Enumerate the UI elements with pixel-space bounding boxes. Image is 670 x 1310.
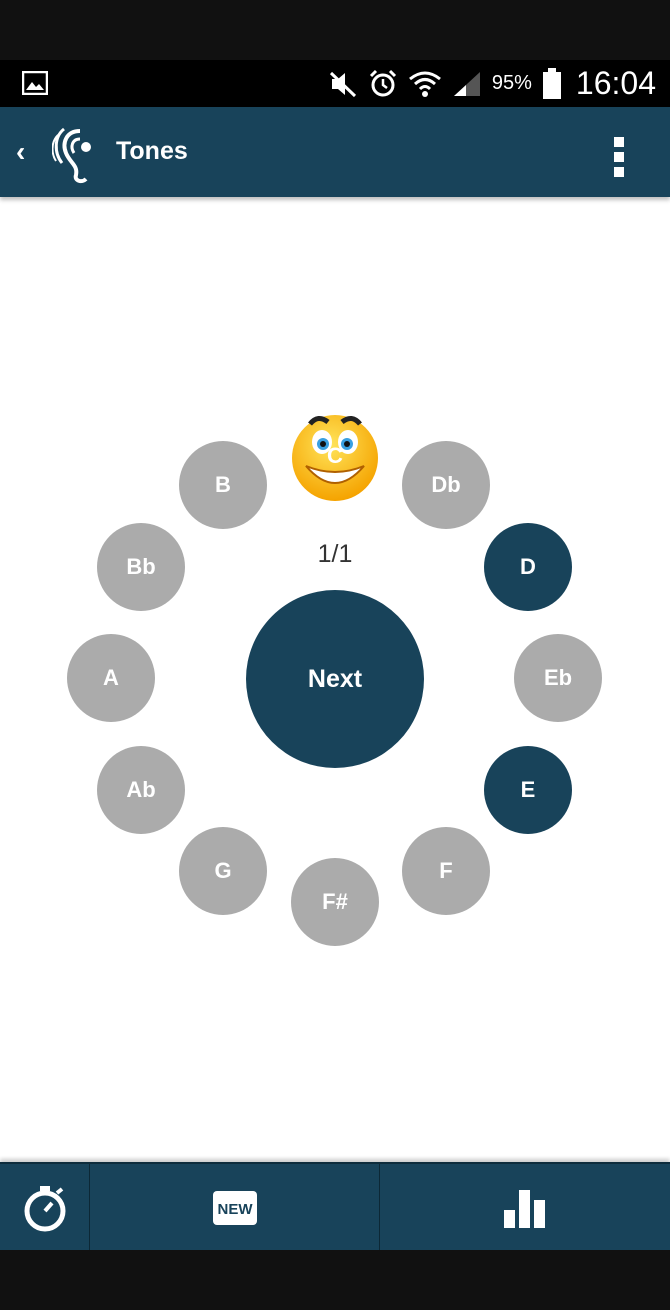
timer-tab[interactable]	[0, 1164, 89, 1252]
note-label: Db	[431, 472, 461, 497]
status-right: 95% 16:04	[328, 60, 656, 107]
note-label: D	[520, 554, 536, 579]
note-label: Eb	[543, 665, 573, 690]
note-label: Ab	[126, 777, 156, 802]
ear-logo-icon	[52, 127, 91, 184]
note-button-fsharp[interactable]: F#	[291, 858, 379, 946]
note-button-b[interactable]: B	[179, 441, 267, 529]
signal-icon	[453, 71, 480, 96]
new-tab[interactable]: NEW	[90, 1164, 379, 1252]
next-label: Next	[307, 664, 363, 693]
status-bar: 95% 16:04	[0, 60, 670, 107]
app-title: Tones	[116, 137, 188, 165]
note-button-d[interactable]: D	[484, 523, 572, 611]
note-button-f[interactable]: F	[402, 827, 490, 915]
gallery-icon	[22, 71, 48, 95]
overflow-menu-icon[interactable]	[612, 137, 626, 177]
wifi-icon	[408, 71, 441, 97]
note-label: Bb	[126, 554, 156, 579]
new-badge-text: NEW	[217, 1201, 253, 1218]
note-button-db[interactable]: Db	[402, 441, 490, 529]
stopwatch-icon	[24, 1186, 65, 1232]
note-label: F	[439, 858, 453, 883]
note-button-eb[interactable]: Eb	[514, 634, 602, 722]
note-label: B	[215, 472, 231, 497]
status-time: 16:04	[575, 65, 656, 101]
top-black-band	[0, 0, 670, 60]
mute-icon	[329, 71, 356, 97]
bottom-nav: NEW	[0, 1162, 670, 1252]
alarm-icon	[369, 69, 396, 96]
battery-icon	[542, 67, 561, 99]
note-label: E	[520, 777, 536, 802]
note-button-ab[interactable]: Ab	[97, 746, 185, 834]
note-label: G	[214, 858, 232, 883]
new-badge-icon: NEW	[212, 1191, 257, 1225]
battery-percent: 95%	[491, 72, 532, 94]
stats-tab[interactable]	[380, 1164, 670, 1252]
note-button-a[interactable]: A	[67, 634, 155, 722]
note-button-bb[interactable]: Bb	[97, 523, 185, 611]
progress-counter: 1/1	[317, 540, 353, 568]
note-button-g[interactable]: G	[179, 827, 267, 915]
bar-chart-icon	[504, 1190, 545, 1228]
note-button-e[interactable]: E	[484, 746, 572, 834]
back-button[interactable]: ‹	[16, 137, 25, 167]
current-note-label: C	[327, 443, 343, 468]
bottom-black-band	[0, 1250, 670, 1310]
note-label: F#	[322, 889, 348, 914]
next-button[interactable]: Next	[246, 590, 424, 768]
note-label: A	[103, 665, 119, 690]
app-bar: ‹ Tones	[0, 107, 670, 197]
